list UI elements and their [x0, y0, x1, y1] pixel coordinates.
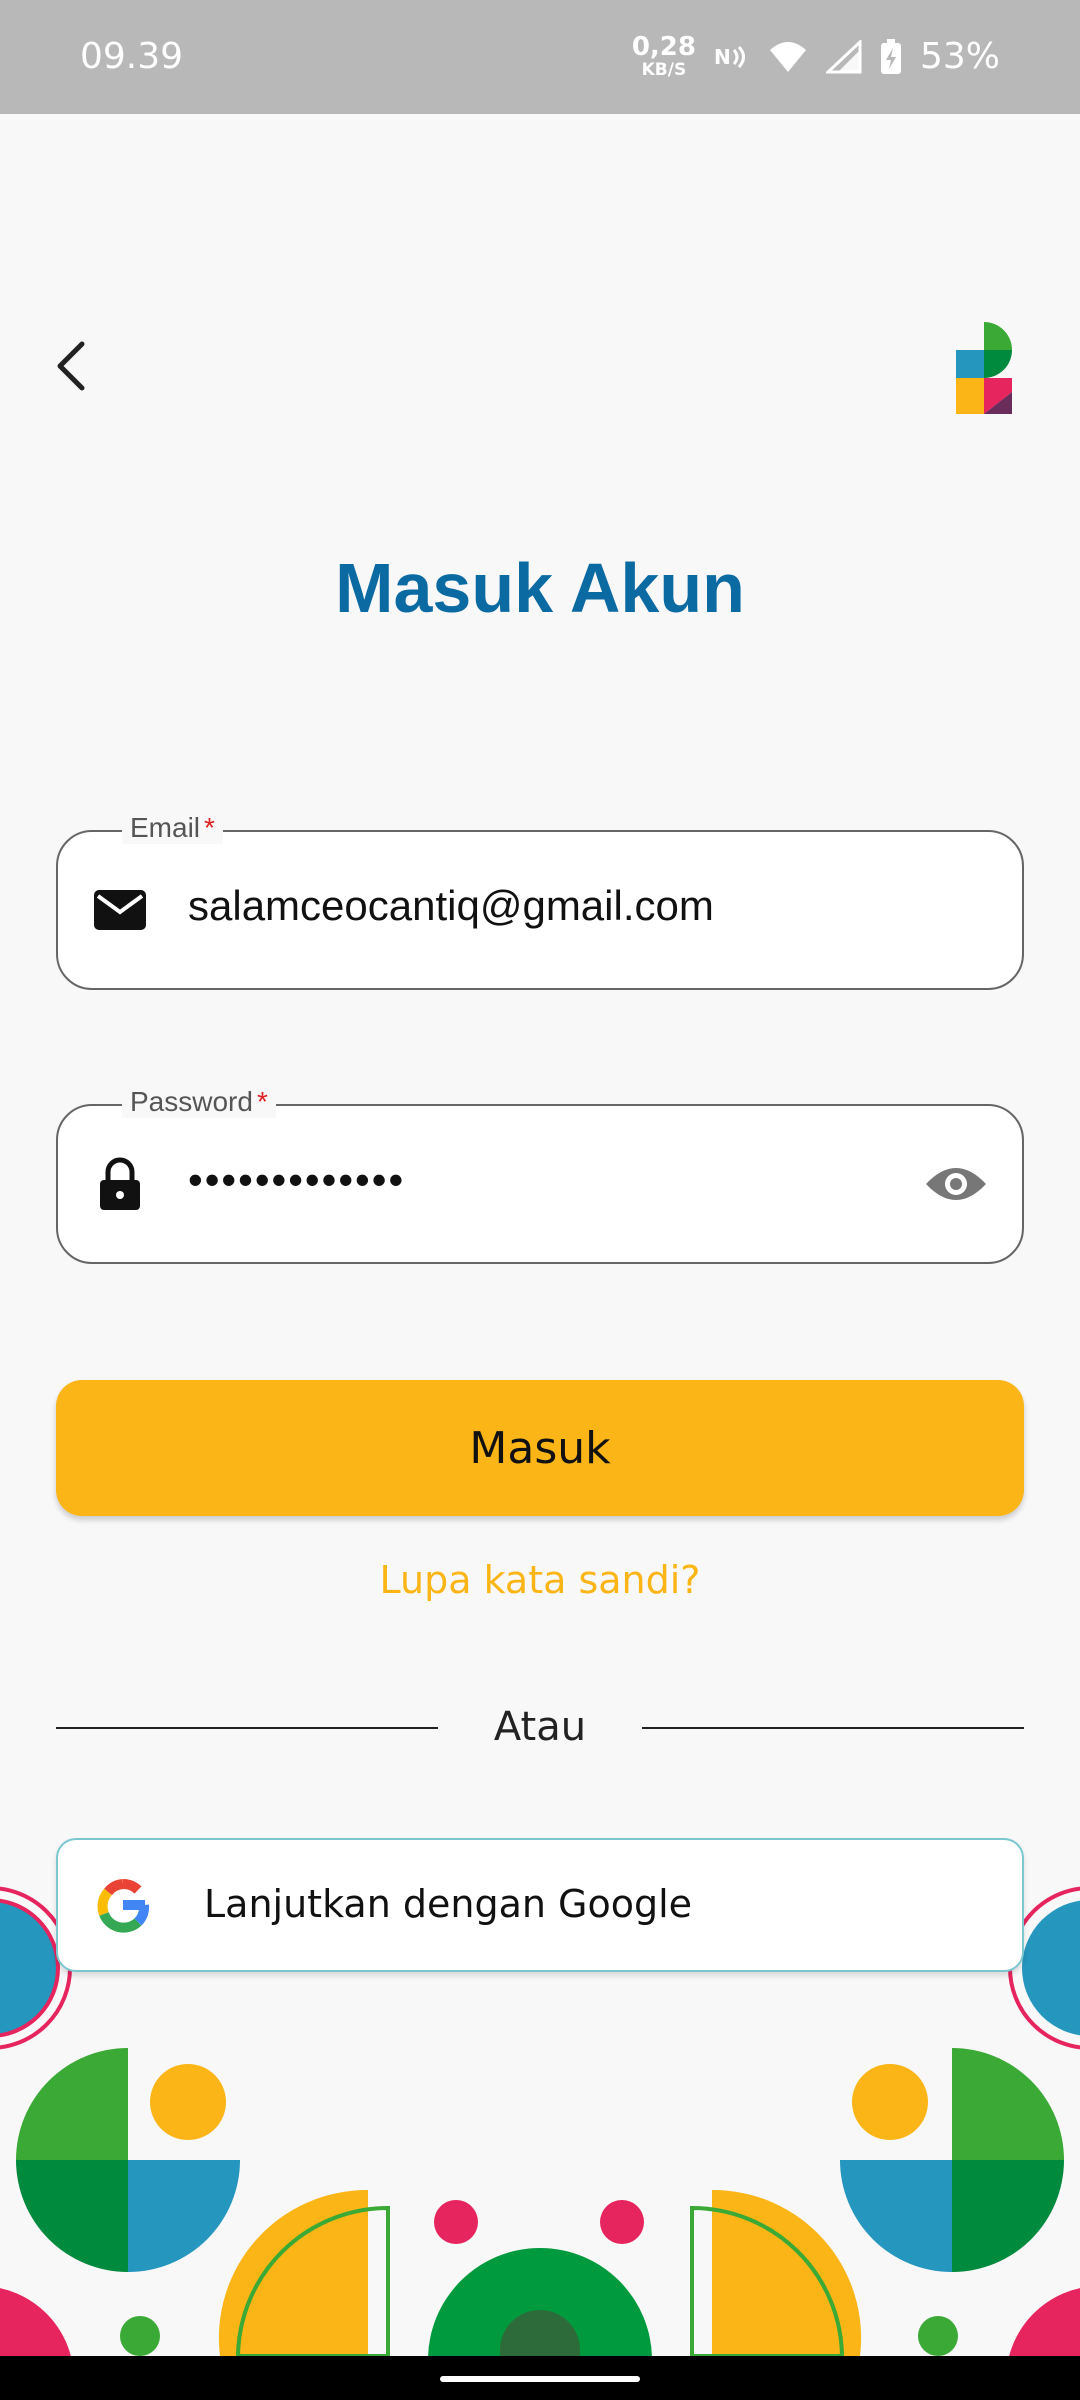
password-label-text: Password — [130, 1086, 253, 1117]
email-required-mark: * — [204, 812, 215, 843]
google-signin-label: Lanjutkan dengan Google — [204, 1882, 693, 1926]
login-button[interactable]: Masuk — [56, 1380, 1024, 1516]
email-field[interactable]: salamceocantiq@gmail.com — [56, 830, 1024, 990]
google-signin-button[interactable]: Lanjutkan dengan Google — [56, 1838, 1024, 1972]
eye-icon[interactable] — [924, 1160, 988, 1208]
password-field[interactable]: ••••••••••••• — [56, 1104, 1024, 1264]
back-button[interactable] — [48, 334, 96, 398]
battery-charging-icon — [880, 38, 901, 74]
lock-icon — [100, 1157, 140, 1210]
status-icons: 0,28 KB/S N 53% — [632, 34, 1000, 79]
battery-percent: 53% — [919, 36, 1000, 77]
wifi-icon — [769, 41, 806, 72]
network-speed: 0,28 KB/S — [632, 34, 696, 79]
password-label: Password * — [122, 1086, 276, 1118]
network-speed-value: 0,28 — [631, 32, 696, 62]
page-title: Masuk Akun — [335, 549, 745, 627]
password-required-mark: * — [256, 1086, 268, 1117]
app-logo — [956, 322, 1012, 414]
email-label: Email * — [122, 812, 223, 844]
email-label-text: Email — [130, 812, 201, 843]
divider-line-right — [642, 1727, 1024, 1729]
status-time: 09.39 — [80, 36, 184, 77]
google-icon — [97, 1879, 150, 1933]
network-speed-unit: KB/S — [641, 60, 687, 80]
mail-icon — [94, 890, 146, 930]
nfc-icon: N — [714, 45, 745, 69]
chevron-left-icon — [57, 341, 85, 391]
svg-text:N: N — [714, 45, 731, 69]
email-input[interactable]: salamceocantiq@gmail.com — [188, 882, 714, 930]
forgot-password-link[interactable]: Lupa kata sandi? — [0, 1558, 1080, 1602]
home-gesture-handle[interactable] — [440, 2376, 640, 2382]
cell-signal-icon — [825, 39, 862, 73]
password-input[interactable]: ••••••••••••• — [188, 1156, 405, 1204]
status-bar: 09.39 0,28 KB/S N 53% — [0, 0, 1080, 114]
